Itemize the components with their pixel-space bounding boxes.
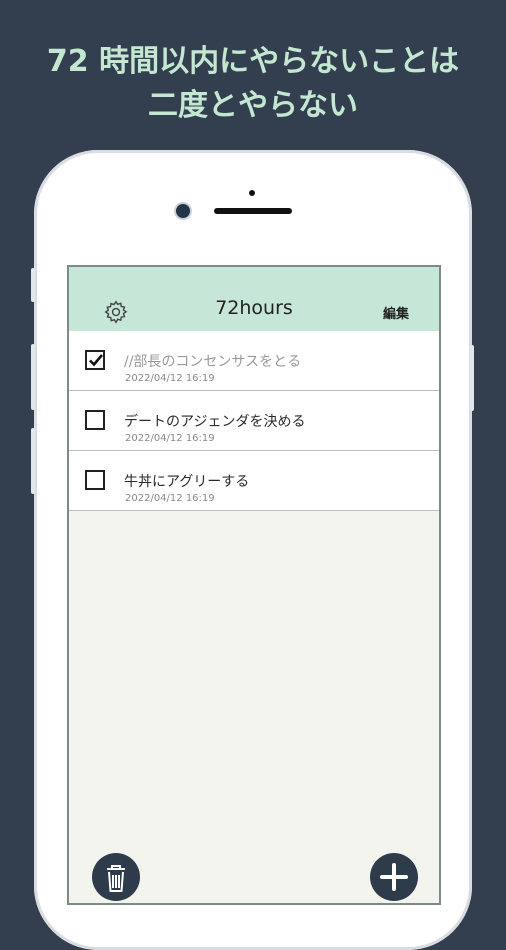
phone-side-button (31, 268, 35, 302)
task-row[interactable]: デートのアジェンダを決める 2022/04/12 16:19 (69, 391, 439, 451)
task-text: 牛丼にアグリーする (124, 474, 250, 490)
task-checkbox[interactable] (85, 470, 105, 490)
app-bar: 72hours 編集 (69, 267, 439, 331)
task-text: //部長のコンセンサスをとる (124, 354, 302, 370)
edit-button[interactable]: 編集 (383, 303, 409, 322)
task-checkbox-checked[interactable] (85, 350, 105, 370)
delete-button[interactable] (92, 853, 140, 901)
phone-sensor (249, 190, 255, 196)
task-timestamp: 2022/04/12 16:19 (125, 433, 215, 444)
app-screen: 72hours 編集 //部長のコンセンサスをとる 2022/04/12 16:… (67, 265, 441, 905)
front-camera (176, 204, 190, 218)
trash-icon (107, 865, 125, 892)
phone-speaker (214, 208, 292, 214)
task-list: //部長のコンセンサスをとる 2022/04/12 16:19 デートのアジェン… (69, 331, 439, 511)
checkmark-icon (89, 354, 103, 367)
phone-volume-up (31, 344, 35, 410)
plus-icon (380, 863, 408, 891)
task-row[interactable]: 牛丼にアグリーする 2022/04/12 16:19 (69, 451, 439, 511)
task-timestamp: 2022/04/12 16:19 (125, 493, 215, 504)
headline: 72 時間以内にやらないことは 二度とやらない (0, 40, 506, 128)
headline-line-2: 二度とやらない (148, 88, 358, 123)
task-row[interactable]: //部長のコンセンサスをとる 2022/04/12 16:19 (69, 331, 439, 391)
phone-power-button (470, 345, 474, 411)
task-text: デートのアジェンダを決める (124, 414, 306, 430)
task-timestamp: 2022/04/12 16:19 (125, 373, 215, 384)
task-checkbox[interactable] (85, 410, 105, 430)
add-task-button[interactable] (370, 853, 418, 901)
headline-line-1: 72 時間以内にやらないことは (46, 44, 460, 79)
phone-volume-down (31, 428, 35, 494)
